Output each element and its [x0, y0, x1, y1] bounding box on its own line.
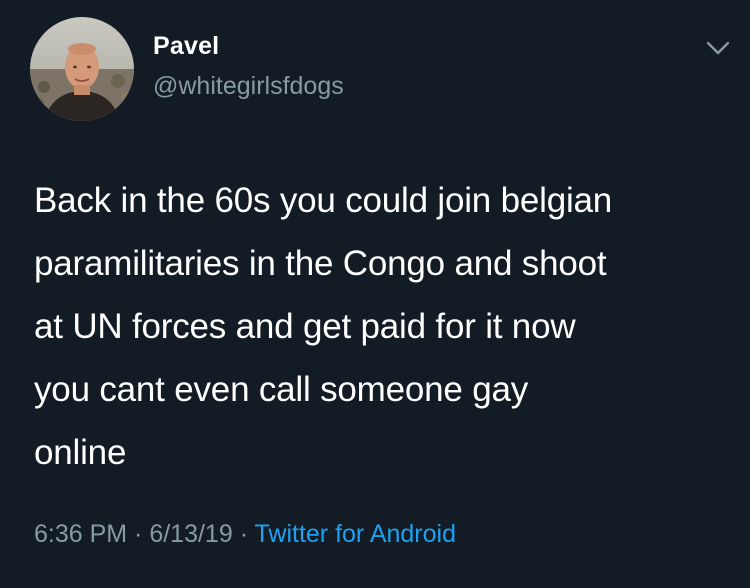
- user-handle[interactable]: @whitegirlsfdogs: [153, 72, 344, 101]
- avatar-photo-icon: [30, 17, 134, 121]
- display-name[interactable]: Pavel: [153, 32, 219, 61]
- tweet-time[interactable]: 6:36 PM: [34, 520, 127, 548]
- tweet-text: Back in the 60s you could join belgian p…: [34, 181, 613, 472]
- tweet-meta: 6:36 PM · 6/13/19 · Twitter for Android: [34, 520, 456, 549]
- tweet-source-link[interactable]: Twitter for Android: [255, 520, 456, 548]
- meta-separator: ·: [127, 520, 150, 548]
- avatar[interactable]: [30, 17, 134, 121]
- meta-separator: ·: [232, 520, 255, 548]
- tweet-card: Pavel @whitegirlsfdogs Back in the 60s y…: [0, 0, 750, 588]
- tweet-date[interactable]: 6/13/19: [149, 520, 232, 548]
- chevron-down-icon[interactable]: [704, 38, 732, 58]
